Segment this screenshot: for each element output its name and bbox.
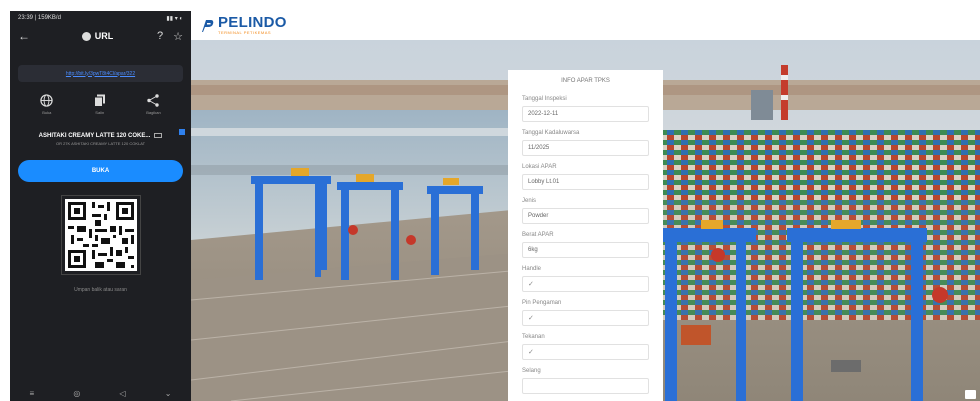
open-button[interactable]: BUKA	[18, 160, 183, 183]
product-name: ASHITAKI CREAMY LATTE 120 COKE...	[10, 133, 191, 139]
pelindo-logo[interactable]: PELINDO TERMINAL PETIKEMAS	[199, 14, 287, 35]
field-inspection-date: Tanggal Inspeksi 2022-12-11	[522, 96, 649, 122]
status-time: 23:39 | 159KB/d	[18, 15, 61, 21]
home-icon[interactable]: ◎	[73, 389, 80, 398]
form-title: INFO APAR TPKS	[561, 78, 610, 84]
field-location: Lokasi APAR Lobby Lt.01	[522, 164, 649, 190]
field-label: Jenis	[522, 198, 537, 204]
page-title-text: URL	[94, 31, 114, 41]
qr-code	[60, 195, 141, 276]
screenshot-root: 23:39 | 159KB/d ▮▮ ▾ ◐ ← URL ? ☆ http://…	[0, 0, 980, 401]
back-icon[interactable]: ◁	[119, 389, 125, 398]
page-title: URL	[38, 31, 157, 41]
field-label: Lokasi APAR	[522, 164, 557, 170]
link-actions: Buka Salin Bagikan	[10, 94, 191, 115]
action-share-label: Bagikan	[146, 110, 161, 115]
action-open-label: Buka	[42, 110, 52, 115]
safety-pin-check-input[interactable]: ✓	[522, 310, 649, 326]
status-icons: ▮▮ ▾ ◐	[166, 15, 183, 22]
field-safety-pin: Pin Pengaman ✓	[522, 300, 649, 326]
apar-info-form: INFO APAR TPKS Tanggal Inspeksi 2022-12-…	[508, 70, 663, 401]
pelindo-mark-icon	[202, 19, 214, 32]
recents-icon[interactable]: ≡	[30, 389, 35, 398]
field-label: Tanggal Kadaluwarsa	[522, 130, 580, 136]
product-subtitle: OR 27K ASHITAKI CREAMY LATTE 120 COKLAT	[55, 141, 146, 147]
ad-product[interactable]: ASHITAKI CREAMY LATTE 120 COKE... OR 27K…	[10, 129, 191, 147]
card-icon	[154, 133, 163, 138]
field-label: Selang	[522, 368, 541, 374]
action-copy-label: Salin	[95, 110, 105, 115]
field-type: Jenis Powder	[522, 198, 649, 224]
scanned-link[interactable]: http://bit.ly/3pwT8t4Cl/apar/322	[18, 65, 183, 82]
copy-icon	[93, 94, 106, 108]
handle-check-input[interactable]: ✓	[522, 276, 649, 292]
field-label: Tanggal Inspeksi	[522, 96, 567, 102]
feedback-link[interactable]: Umpan balik atau saran	[10, 287, 191, 293]
ad-badge-icon	[179, 129, 185, 135]
share-icon	[147, 94, 160, 108]
field-expiry-date: Tanggal Kadaluwarsa 11/2025	[522, 130, 649, 156]
site-header: PELINDO TERMINAL PETIKEMAS	[191, 11, 980, 40]
star-icon[interactable]: ☆	[173, 30, 183, 43]
field-label: Pin Pengaman	[522, 300, 562, 306]
field-weight: Berat APAR 6kg	[522, 232, 649, 258]
browser-top-bar: ← URL ? ☆	[10, 25, 191, 47]
scroll-corner-icon[interactable]	[965, 390, 976, 399]
field-handle: Handle ✓	[522, 266, 649, 292]
globe-icon	[40, 94, 53, 108]
field-label: Tekanan	[522, 334, 545, 340]
field-label: Berat APAR	[522, 232, 554, 238]
type-input[interactable]: Powder	[522, 208, 649, 224]
qr-code-icon	[64, 199, 137, 272]
action-share[interactable]: Bagikan	[146, 94, 161, 115]
product-name-text: ASHITAKI CREAMY LATTE 120 COKE...	[38, 133, 151, 140]
phone-panel: 23:39 | 159KB/d ▮▮ ▾ ◐ ← URL ? ☆ http://…	[10, 11, 191, 401]
field-pressure: Tekanan ✓	[522, 334, 649, 360]
topbar-actions: ? ☆	[157, 30, 183, 43]
action-copy[interactable]: Salin	[93, 94, 106, 115]
logo-text: PELINDO TERMINAL PETIKEMAS	[218, 14, 287, 35]
brand-name: PELINDO	[218, 14, 287, 31]
field-label: Handle	[522, 266, 542, 272]
location-input[interactable]: Lobby Lt.01	[522, 174, 649, 190]
action-open[interactable]: Buka	[40, 94, 53, 115]
back-arrow-icon[interactable]: ←	[18, 29, 38, 43]
hose-check-input[interactable]	[522, 378, 649, 394]
status-bar: 23:39 | 159KB/d ▮▮ ▾ ◐	[10, 11, 191, 25]
link-icon	[81, 31, 91, 41]
chevron-down-icon[interactable]: ⌄	[165, 389, 172, 398]
weight-input[interactable]: 6kg	[522, 242, 649, 258]
android-nav-bar: ≡ ◎ ◁ ⌄	[10, 385, 191, 401]
expiry-date-input[interactable]: 11/2025	[522, 140, 649, 156]
pressure-check-input[interactable]: ✓	[522, 344, 649, 360]
inspection-date-input[interactable]: 2022-12-11	[522, 106, 649, 122]
field-hose: Selang	[522, 368, 649, 394]
help-icon[interactable]: ?	[157, 30, 163, 43]
